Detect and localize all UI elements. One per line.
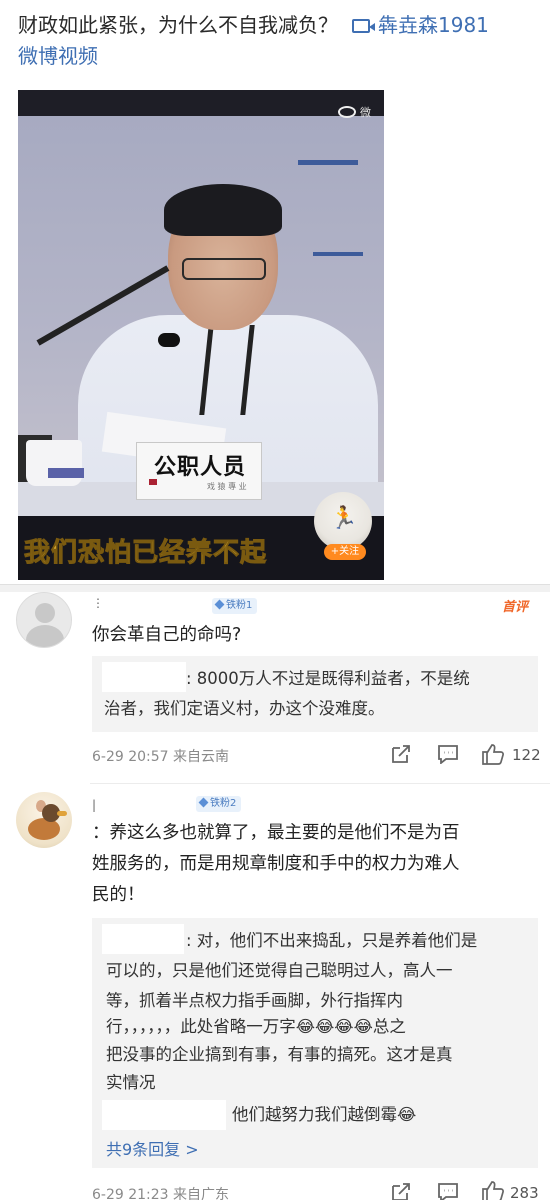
nameplate-subtext: 戏 猿 專 业 xyxy=(207,482,247,491)
lanyard xyxy=(199,325,255,415)
reply-text: 可以的，只是他们还觉得自己聪明过人，高人一 xyxy=(106,961,453,980)
fan-badge: 铁粉2 xyxy=(196,796,242,812)
post-author-link[interactable]: 犇垚森1981 xyxy=(378,13,489,37)
comment-meta: 6-29 21:23 来自广东 xyxy=(92,1187,230,1200)
reply-text: 把没事的企业搞到有事，有事的搞死。这才是真 xyxy=(106,1045,453,1064)
video-player[interactable]: 微 公职人员 戏 猿 專 业 我们恐怕已经养不起 🏃 +关注 xyxy=(18,90,384,580)
avatar[interactable] xyxy=(16,792,72,848)
fan-badge: 铁粉1 xyxy=(212,598,258,614)
glasses xyxy=(182,258,266,280)
video-camera-icon xyxy=(352,19,375,33)
like-count: 122 xyxy=(512,746,541,764)
like-count: 283 xyxy=(510,1184,539,1200)
microphone-head xyxy=(158,333,180,347)
comment-meta: 6-29 20:57 来自云南 xyxy=(92,749,230,765)
post-title: 财政如此紧张，为什么不自我减负？ xyxy=(18,13,338,37)
hot-comment-tag: 首评 xyxy=(502,600,529,615)
reply-text: : 8000万人不过是既得利益者，不是统 xyxy=(186,669,470,688)
thumbs-up-icon[interactable] xyxy=(481,1180,505,1200)
reply-text: 行，，，，，，此处省略一万字😂😂😂😂总之 xyxy=(106,1017,406,1036)
speaker-hair xyxy=(164,184,282,236)
comment-text: 你会革自己的命吗? xyxy=(92,625,242,645)
backdrop-stripe xyxy=(313,252,363,256)
reply-author-redacted xyxy=(102,924,184,954)
weibo-eye-icon xyxy=(338,106,356,118)
uploader-avatar[interactable]: 🏃 xyxy=(314,492,372,550)
follow-button[interactable]: +关注 xyxy=(324,544,366,560)
comment-text: 姓服务的，而是用规章制度和手中的权力为难人 xyxy=(92,854,460,874)
tea-cup xyxy=(26,440,82,486)
comment-icon[interactable] xyxy=(437,1182,459,1200)
avatar[interactable] xyxy=(16,592,72,648)
section-divider xyxy=(0,584,550,592)
weibo-post: 财政如此紧张，为什么不自我减负？ 犇垚森1981 微博视频 微 公职人员 戏 猿 … xyxy=(0,0,550,584)
post-title-block: 财政如此紧张，为什么不自我减负？ 犇垚森1981 微博视频 xyxy=(18,10,543,72)
comment-icon[interactable] xyxy=(437,744,459,764)
comment-separator xyxy=(90,783,550,784)
more-replies-link[interactable]: 共9条回复 > xyxy=(106,1136,199,1160)
reply-text: 他们越努力我们越倒霉😂 xyxy=(232,1105,417,1124)
comment-text: ：养这么多也就算了，最主要的是他们不是为百 xyxy=(92,823,460,843)
post-source-link[interactable]: 微博视频 xyxy=(18,44,98,68)
backdrop-stripe xyxy=(298,160,358,165)
comment-author[interactable]: | xyxy=(92,798,96,812)
nameplate: 公职人员 戏 猿 專 业 xyxy=(136,442,262,500)
runner-icon: 🏃 xyxy=(330,506,358,531)
comment-author[interactable]: ⋮ xyxy=(92,596,104,610)
reply-text: 实情况 xyxy=(106,1073,156,1092)
reply-author-redacted xyxy=(102,1100,226,1130)
reply-text: : 对，他们不出来捣乱，只是养着他们是 xyxy=(186,931,478,950)
nameplate-text: 公职人员 xyxy=(153,454,246,480)
reply-author-redacted xyxy=(102,662,186,692)
weibo-watermark: 微 xyxy=(338,104,371,120)
thumbs-up-icon[interactable] xyxy=(481,743,505,765)
share-icon[interactable] xyxy=(390,1182,412,1200)
video-subtitle: 我们恐怕已经养不起 xyxy=(23,538,268,569)
share-icon[interactable] xyxy=(390,744,412,764)
comment-text: 民的！ xyxy=(92,885,145,905)
cup-logo xyxy=(48,468,84,478)
reply-text: 治者，我们定语义村，办这个没难度。 xyxy=(104,699,385,718)
